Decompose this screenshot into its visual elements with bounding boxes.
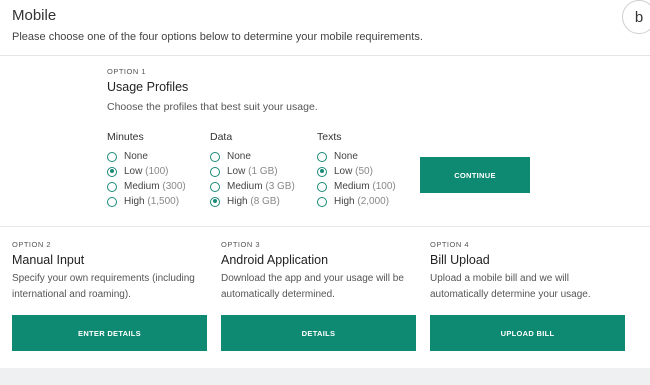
minutes-option-low[interactable]: Low (100) <box>107 164 186 179</box>
minutes-option-none[interactable]: None <box>107 149 186 164</box>
radio-icon[interactable] <box>210 181 220 192</box>
radio-icon[interactable] <box>317 151 327 162</box>
radio-selected-icon[interactable] <box>107 166 117 177</box>
page-title: Mobile <box>12 7 57 24</box>
minutes-option-medium[interactable]: Medium (300) <box>107 179 186 194</box>
texts-heading: Texts <box>317 131 342 143</box>
radio-icon[interactable] <box>107 196 117 207</box>
radio-icon[interactable] <box>210 151 220 162</box>
option4-label: OPTION 4 <box>430 240 470 249</box>
option4-section: OPTION 4 Bill Upload Upload a mobile bil… <box>430 240 630 303</box>
option1-label: OPTION 1 <box>107 67 147 76</box>
data-column: Data None Low (1 GB) Medium (3 GB) High … <box>210 131 295 209</box>
radio-selected-icon[interactable] <box>210 196 220 207</box>
radio-icon[interactable] <box>210 166 220 177</box>
texts-column: Texts None Low (50) Medium (100) High (2… <box>317 131 396 209</box>
details-button[interactable]: DETAILS <box>221 315 416 351</box>
option2-label: OPTION 2 <box>12 240 52 249</box>
option1-description: Choose the profiles that best suit your … <box>107 101 318 113</box>
upload-bill-button[interactable]: UPLOAD BILL <box>430 315 625 351</box>
option3-description: Download the app and your usage will be … <box>221 273 404 300</box>
minutes-column: Minutes None Low (100) Medium (300) High… <box>107 131 186 209</box>
continue-button[interactable]: CONTINUE <box>420 157 530 193</box>
radio-icon[interactable] <box>317 181 327 192</box>
option3-title: Android Application <box>221 253 329 267</box>
enter-details-button[interactable]: ENTER DETAILS <box>12 315 207 351</box>
option2-section: OPTION 2 Manual Input Specify your own r… <box>12 240 212 303</box>
page-subtitle: Please choose one of the four options be… <box>12 31 423 43</box>
option1-title: Usage Profiles <box>107 80 189 94</box>
radio-icon[interactable] <box>107 181 117 192</box>
option3-section: OPTION 3 Android Application Download th… <box>221 240 421 303</box>
radio-selected-icon[interactable] <box>317 166 327 177</box>
texts-option-none[interactable]: None <box>317 149 396 164</box>
data-option-high[interactable]: High (8 GB) <box>210 194 295 209</box>
radio-icon[interactable] <box>317 196 327 207</box>
minutes-heading: Minutes <box>107 131 144 143</box>
option2-description: Specify your own requirements (including… <box>12 273 195 300</box>
section-divider <box>0 226 650 227</box>
page-header: Mobile Please choose one of the four opt… <box>0 0 650 56</box>
footer-bar <box>0 368 650 385</box>
chat-bubble-icon[interactable]: b <box>622 0 650 34</box>
texts-option-low[interactable]: Low (50) <box>317 164 396 179</box>
option4-description: Upload a mobile bill and we will automat… <box>430 273 591 300</box>
radio-icon[interactable] <box>107 151 117 162</box>
option1-section: OPTION 1 Usage Profiles Choose the profi… <box>107 67 318 113</box>
data-option-low[interactable]: Low (1 GB) <box>210 164 295 179</box>
option4-title: Bill Upload <box>430 253 490 267</box>
texts-option-medium[interactable]: Medium (100) <box>317 179 396 194</box>
data-heading: Data <box>210 131 233 143</box>
minutes-option-high[interactable]: High (1,500) <box>107 194 186 209</box>
option2-title: Manual Input <box>12 253 85 267</box>
data-option-none[interactable]: None <box>210 149 295 164</box>
option3-label: OPTION 3 <box>221 240 261 249</box>
texts-option-high[interactable]: High (2,000) <box>317 194 396 209</box>
data-option-medium[interactable]: Medium (3 GB) <box>210 179 295 194</box>
